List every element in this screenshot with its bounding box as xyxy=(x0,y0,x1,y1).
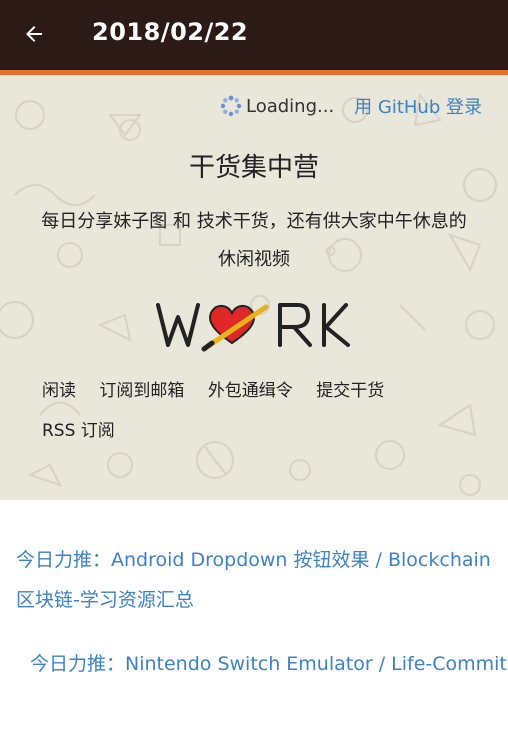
article-link[interactable]: 今日力推：Nintendo Switch Emulator / Life-Com… xyxy=(30,644,507,684)
nav-links: 闲读 订阅到邮箱 外包通缉令 提交干货 RSS 订阅 xyxy=(42,371,482,451)
arrow-left-icon xyxy=(26,26,42,42)
header-actions: Loading... 用 GitHub 登录 xyxy=(220,93,482,119)
site-header: Loading... 用 GitHub 登录 干货集中营 每日分享妹子图 和 技… xyxy=(0,75,508,500)
site-description: 每日分享妹子图 和 技术干货，还有供大家中午休息的休闲视频 xyxy=(41,211,467,270)
work-logo xyxy=(156,303,350,352)
nav-link-rss[interactable]: RSS 订阅 xyxy=(42,421,115,441)
article-link[interactable]: 今日力推：Android Dropdown 按钮效果 / Blockchain … xyxy=(16,540,496,620)
app-bar: 2018/02/22 xyxy=(0,0,508,70)
loading-spinner-icon xyxy=(220,95,242,117)
nav-link-submit[interactable]: 提交干货 xyxy=(316,381,384,401)
nav-link-subscribe-email[interactable]: 订阅到邮箱 xyxy=(99,381,184,401)
nav-link-outsourcing[interactable]: 外包通缉令 xyxy=(208,381,293,401)
nav-link-reading[interactable]: 闲读 xyxy=(42,381,76,401)
loading-text: Loading... xyxy=(245,95,335,117)
github-login-link[interactable]: 用 GitHub 登录 xyxy=(354,93,482,119)
back-button[interactable] xyxy=(18,18,50,50)
site-title: 干货集中营 xyxy=(188,153,319,183)
page-title: 2018/02/22 xyxy=(92,18,249,46)
